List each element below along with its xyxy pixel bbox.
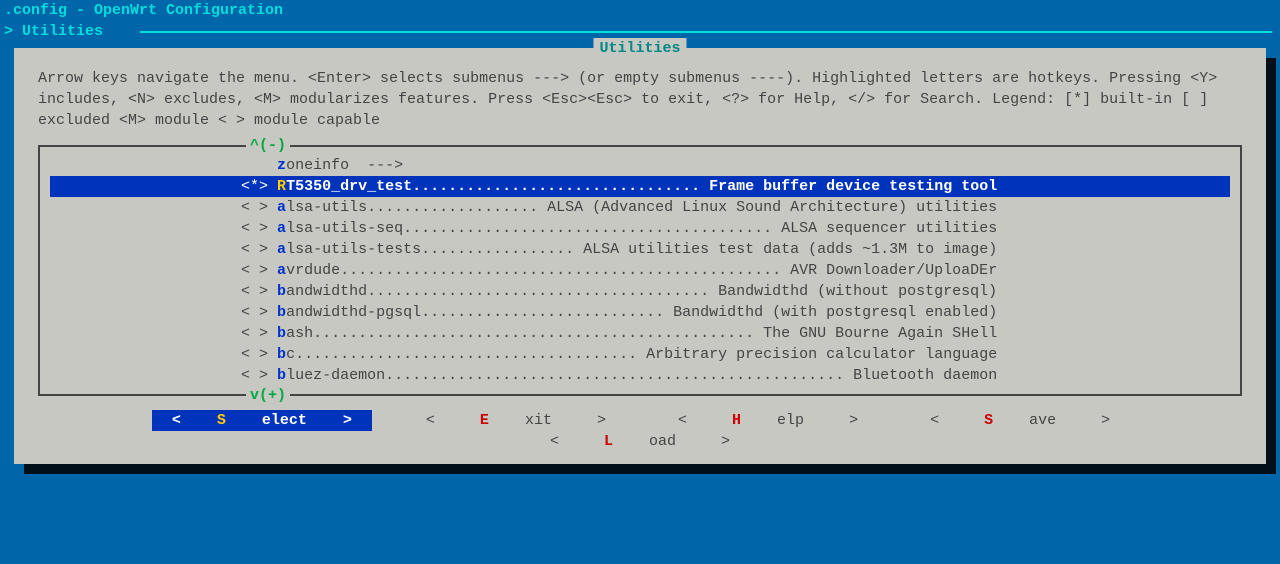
hotkey: b xyxy=(277,367,286,384)
item-description: Bandwidthd (with postgresql enabled) xyxy=(673,304,997,321)
item-name: ash xyxy=(286,325,313,342)
dot-leader: ........................................… xyxy=(313,325,763,342)
hotkey: a xyxy=(277,199,286,216)
item-description: Bluetooth daemon xyxy=(853,367,997,384)
menu-item-alsa-utils-seq[interactable]: < > alsa-utils-seq......................… xyxy=(50,218,1230,239)
item-description: ALSA utilities test data (adds ~1.3M to … xyxy=(583,241,997,258)
hotkey: R xyxy=(277,178,286,195)
menu-list[interactable]: zoneinfo ---> <*> RT5350_drv_test.......… xyxy=(40,153,1240,388)
item-name: lsa-utils-tests xyxy=(286,241,421,258)
item-description: ALSA sequencer utilities xyxy=(781,220,997,237)
menu-item-bash[interactable]: < > bash................................… xyxy=(50,323,1230,344)
tristate-indicator: <*> xyxy=(241,178,277,195)
dot-leader: ................... xyxy=(367,199,547,216)
dot-leader: ........................................… xyxy=(340,262,790,279)
dot-leader: ................. xyxy=(421,241,583,258)
hotkey: z xyxy=(277,157,286,174)
tristate-indicator: < > xyxy=(241,367,277,384)
window-title: .config - OpenWrt Configuration xyxy=(0,0,1280,21)
menu-item-alsa-utils[interactable]: < > alsa-utils................... ALSA (… xyxy=(50,197,1230,218)
tristate-indicator: < > xyxy=(241,220,277,237)
menu-item-bandwidthd-pgsql[interactable]: < > bandwidthd-pgsql....................… xyxy=(50,302,1230,323)
dot-leader: ........................................… xyxy=(385,367,853,384)
dot-leader: ........................... xyxy=(421,304,673,321)
exit-button[interactable]: < Exit > xyxy=(408,410,624,431)
dot-leader: ...................................... xyxy=(295,346,646,363)
breadcrumb-label: Utilities xyxy=(22,23,103,40)
item-name: lsa-utils-seq xyxy=(286,220,403,237)
hotkey: b xyxy=(277,346,286,363)
tristate-indicator: < > xyxy=(241,346,277,363)
item-name: andwidthd-pgsql xyxy=(286,304,421,321)
save-button[interactable]: < Save > xyxy=(912,410,1128,431)
item-description: ALSA (Advanced Linux Sound Architecture)… xyxy=(547,199,997,216)
hotkey: b xyxy=(277,325,286,342)
tristate-indicator: < > xyxy=(241,262,277,279)
scroll-down-indicator[interactable]: v(+) xyxy=(246,385,290,406)
menu-frame: ^(-) zoneinfo ---> <*> RT5350_drv_test..… xyxy=(38,145,1242,396)
tristate-indicator: < > xyxy=(241,283,277,300)
dot-leader: ................................ xyxy=(412,178,709,195)
hotkey: a xyxy=(277,241,286,258)
hotkey: b xyxy=(277,283,286,300)
help-text: Arrow keys navigate the menu. <Enter> se… xyxy=(24,52,1256,139)
dialog-box: Utilities Arrow keys navigate the menu. … xyxy=(14,48,1266,464)
tristate-indicator: < > xyxy=(241,241,277,258)
breadcrumb-prefix: > xyxy=(4,23,22,40)
tristate-indicator xyxy=(241,157,277,174)
item-name: oneinfo ---> xyxy=(286,157,403,174)
tristate-indicator: < > xyxy=(241,325,277,342)
menu-item-alsa-utils-tests[interactable]: < > alsa-utils-tests................. AL… xyxy=(50,239,1230,260)
item-description: Bandwidthd (without postgresql) xyxy=(718,283,997,300)
select-button[interactable]: <Select> xyxy=(152,410,372,431)
item-description: Arbitrary precision calculator language xyxy=(646,346,997,363)
tristate-indicator: < > xyxy=(241,199,277,216)
menu-item-avrdude[interactable]: < > avrdude.............................… xyxy=(50,260,1230,281)
tristate-indicator: < > xyxy=(241,304,277,321)
item-name: andwidthd xyxy=(286,283,367,300)
scroll-up-indicator[interactable]: ^(-) xyxy=(246,135,290,156)
menu-item-bandwidthd[interactable]: < > bandwidthd..........................… xyxy=(50,281,1230,302)
hotkey: a xyxy=(277,262,286,279)
hotkey: b xyxy=(277,304,286,321)
menu-item-bluez-daemon[interactable]: < > bluez-daemon........................… xyxy=(50,365,1230,386)
dialog-title: Utilities xyxy=(593,38,686,59)
item-description: The GNU Bourne Again SHell xyxy=(763,325,997,342)
item-name: c xyxy=(286,346,295,363)
item-name: T5350_drv_test xyxy=(286,178,412,195)
item-name: luez-daemon xyxy=(286,367,385,384)
dot-leader: ...................................... xyxy=(367,283,718,300)
hotkey: a xyxy=(277,220,286,237)
menu-item-rt5350-drv-test[interactable]: <*> RT5350_drv_test.....................… xyxy=(50,176,1230,197)
button-bar: <Select> < Exit > < Help > < Save > < Load > xyxy=(24,396,1256,456)
item-name: vrdude xyxy=(286,262,340,279)
menu-item-zoneinfo-[interactable]: zoneinfo ---> xyxy=(50,155,1230,176)
dot-leader: ........................................… xyxy=(403,220,781,237)
menu-item-bc[interactable]: < > bc..................................… xyxy=(50,344,1230,365)
item-name: lsa-utils xyxy=(286,199,367,216)
help-button[interactable]: < Help > xyxy=(660,410,876,431)
item-description: Frame buffer device testing tool xyxy=(709,178,997,195)
load-button[interactable]: < Load > xyxy=(532,431,748,452)
item-description: AVR Downloader/UploaDEr xyxy=(790,262,997,279)
